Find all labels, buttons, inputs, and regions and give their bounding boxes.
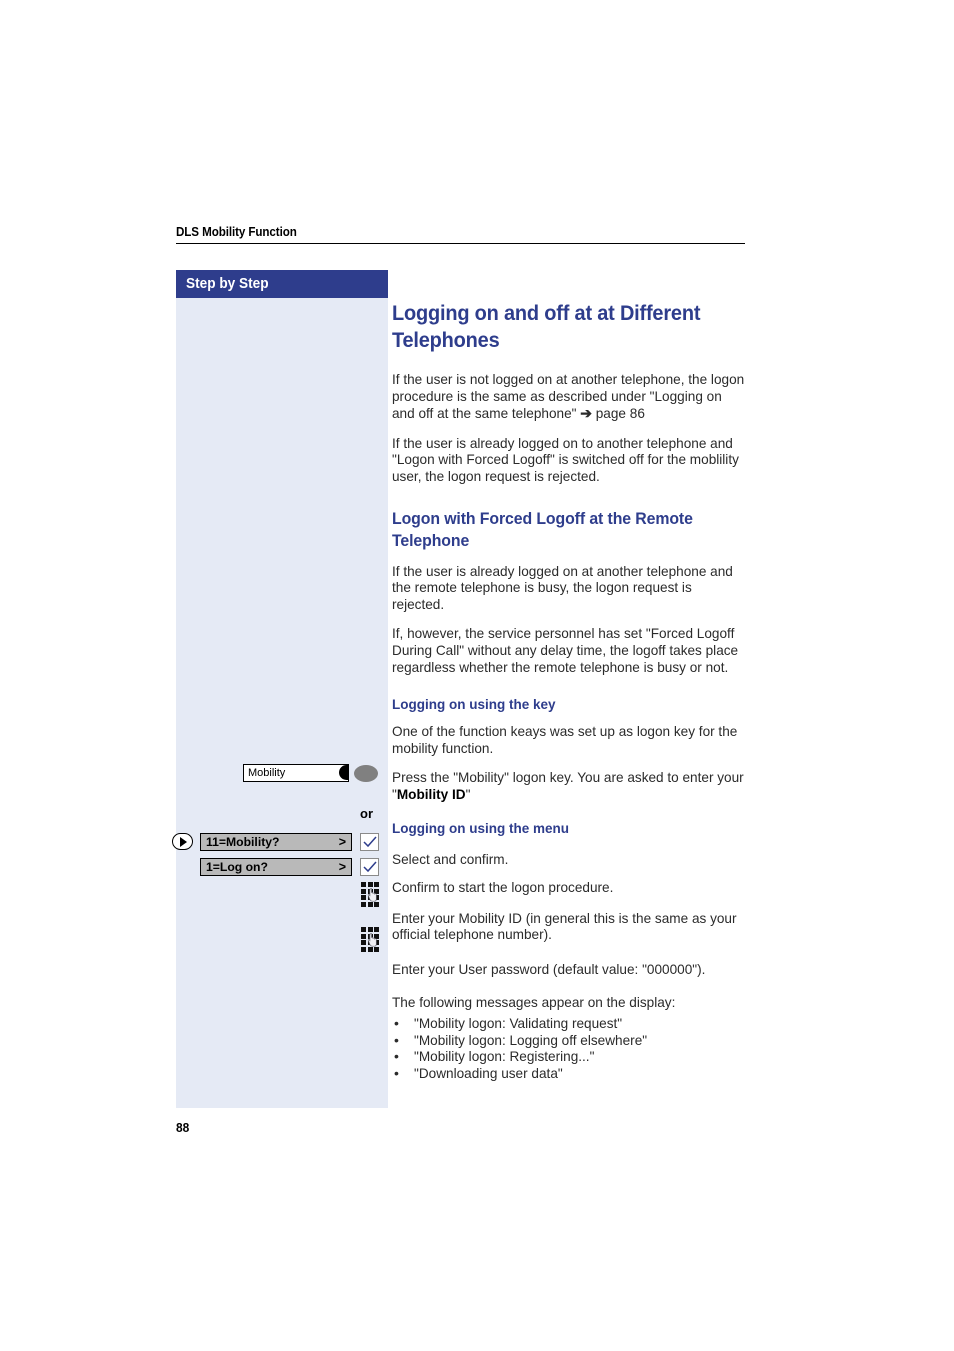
confirm-checkmark-button-2[interactable]: [360, 858, 379, 876]
or-separator: or: [360, 806, 373, 821]
page-cross-reference: page 86: [595, 406, 645, 422]
list-item: "Mobility logon: Registering...": [392, 1048, 745, 1066]
navigator-right-icon[interactable]: [172, 833, 193, 850]
mobility-key-label-text: Mobility: [248, 767, 286, 779]
paragraph-confirm-logon: Confirm to start the logon procedure.: [392, 880, 614, 896]
checkmark-icon: [362, 836, 377, 848]
list-item: "Mobility logon: Validating request": [392, 1015, 745, 1033]
paragraph-function-key-setup: One of the function keays was set up as …: [392, 724, 738, 756]
keypad-icon: [361, 927, 381, 952]
document-page: DLS Mobility Function Step by Step Loggi…: [0, 0, 954, 1351]
mobility-id-emphasis: Mobility ID: [396, 786, 466, 802]
menu-option-mobility-label: 11=Mobility?: [206, 835, 280, 849]
paragraph-enter-mobility-id: Enter your Mobility ID (in general this …: [392, 910, 737, 943]
running-header-title: DLS Mobility Function: [176, 225, 297, 239]
mobility-key-label[interactable]: Mobility: [243, 764, 349, 782]
step-by-step-sidebar: Step by Step: [176, 270, 388, 1108]
paragraph-enter-user-password: Enter your User password (default value:…: [392, 961, 706, 977]
page-number-text: 88: [176, 1120, 190, 1135]
page-number: 88: [176, 1120, 190, 1135]
paragraph-press-mobility-key: Press the "Mobility" logon key. You are …: [392, 770, 745, 803]
keypad-icon: [361, 882, 381, 907]
header-rule: [176, 243, 745, 244]
subheading-logging-on-using-menu: Logging on using the menu: [392, 820, 569, 836]
intro-paragraph-1-text: If the user is not logged on at another …: [392, 372, 745, 422]
menu-option-mobility[interactable]: 11=Mobility? >: [200, 833, 352, 851]
keypad-entry-user-password: [361, 927, 381, 952]
paragraph-remote-busy: If the user is already logged on at anot…: [392, 563, 733, 612]
pointing-hand-icon: [367, 933, 377, 947]
arrow-right-icon: ➔: [580, 405, 592, 422]
navigator-triangle-icon: [180, 836, 187, 847]
main-content: Logging on and off at at Different Telep…: [392, 300, 745, 1082]
mobility-function-key[interactable]: Mobility: [243, 764, 378, 782]
list-item: "Downloading user data": [392, 1065, 745, 1083]
pointing-hand-icon: [367, 888, 377, 902]
paragraph-select-and-confirm: Select and confirm.: [392, 851, 509, 867]
mobility-key-led-icon: [354, 764, 378, 782]
page-title-text: Logging on and off at at Different Telep…: [392, 302, 701, 352]
menu-option-log-on[interactable]: 1=Log on? >: [200, 858, 352, 876]
or-separator-text: or: [360, 806, 373, 821]
key-half-circle-icon: [339, 765, 348, 781]
confirm-checkmark-button-1[interactable]: [360, 833, 379, 851]
sidebar-title-text: Step by Step: [186, 276, 269, 292]
intro-paragraph-1: If the user is not logged on at another …: [392, 372, 745, 423]
menu-row-mobility[interactable]: 11=Mobility? >: [172, 833, 379, 851]
list-item: "Mobility logon: Logging off elsewhere": [392, 1032, 745, 1050]
menu-option-chevron-icon: >: [338, 835, 346, 849]
menu-option-chevron-icon: >: [338, 860, 346, 874]
paragraph-press-mobility-key-post: ": [465, 786, 471, 802]
checkmark-icon: [362, 861, 377, 873]
running-header: DLS Mobility Function: [176, 225, 745, 244]
intro-paragraph-2: If the user is already logged on to anot…: [392, 435, 739, 484]
section-heading-forced-logoff-text: Logon with Forced Logoff at the Remote T…: [392, 509, 693, 550]
keypad-entry-mobility-id: [361, 882, 381, 907]
sidebar-title-bar: Step by Step: [176, 270, 388, 298]
paragraph-forced-logoff-during-call: If, however, the service personnel has s…: [392, 626, 739, 675]
menu-row-log-on[interactable]: 1=Log on? >: [200, 858, 379, 876]
menu-option-log-on-label: 1=Log on?: [206, 860, 268, 874]
section-heading-forced-logoff: Logon with Forced Logoff at the Remote T…: [392, 508, 745, 552]
subheading-logging-on-using-key: Logging on using the key: [392, 697, 556, 713]
page-title: Logging on and off at at Different Telep…: [392, 300, 745, 354]
display-messages-list: "Mobility logon: Validating request" "Mo…: [392, 1015, 745, 1083]
paragraph-display-messages-intro: The following messages appear on the dis…: [392, 995, 676, 1011]
